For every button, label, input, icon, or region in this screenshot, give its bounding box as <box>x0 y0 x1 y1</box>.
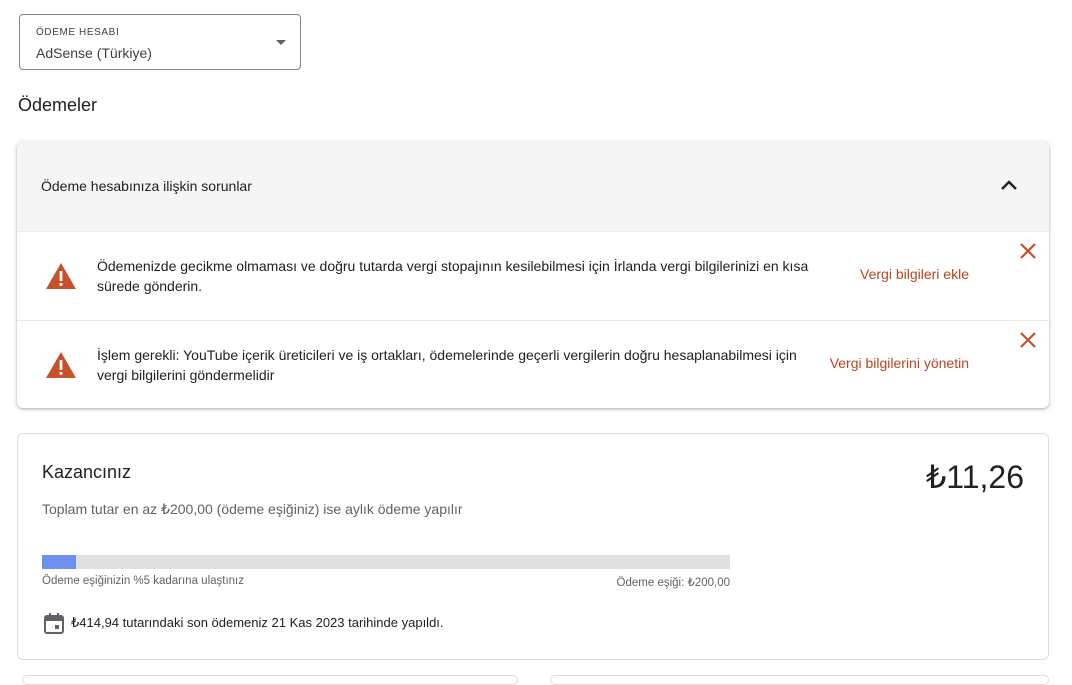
issues-card: Ödeme hesabınıza ilişkin sorunlar Ödemen… <box>17 142 1049 408</box>
payment-threshold-progress <box>42 555 730 569</box>
issues-header[interactable]: Ödeme hesabınıza ilişkin sorunlar <box>17 142 1049 231</box>
earnings-card: Kazancınız ₺11,26 Toplam tutar en az ₺20… <box>17 433 1049 660</box>
add-tax-info-link[interactable]: Vergi bilgileri ekle <box>860 266 969 282</box>
last-payment-info: ₺414,94 tutarındaki son ödemeniz 21 Kas … <box>71 615 444 630</box>
payment-account-value: AdSense (Türkiye) <box>36 45 152 61</box>
issue-text: İşlem gerekli: YouTube içerik üreticiler… <box>97 347 797 383</box>
issue-row: İşlem gerekli: YouTube içerik üreticiler… <box>17 320 1049 408</box>
payment-account-label: ÖDEME HESABI <box>36 27 120 38</box>
issues-title: Ödeme hesabınıza ilişkin sorunlar <box>41 178 252 194</box>
progress-left-label: Ödeme eşiğinizin %5 kadarına ulaştınız <box>42 575 244 587</box>
dropdown-arrow-icon <box>276 40 286 45</box>
close-icon[interactable] <box>1017 329 1039 351</box>
manage-tax-info-link[interactable]: Vergi bilgilerini yönetin <box>830 355 969 371</box>
payment-account-select[interactable]: ÖDEME HESABI AdSense (Türkiye) <box>19 14 301 70</box>
earnings-amount: ₺11,26 <box>925 459 1024 495</box>
close-icon[interactable] <box>1017 240 1039 262</box>
section-title: Ödemeler <box>18 95 98 115</box>
progress-right-label: Ödeme eşiği: ₺200,00 <box>616 577 730 589</box>
earnings-subtitle: Toplam tutar en az ₺200,00 (ödeme eşiğin… <box>42 501 463 517</box>
issue-text: Ödemenizde gecikme olmaması ve doğru tut… <box>97 258 809 294</box>
warning-icon <box>46 352 76 378</box>
chevron-up-icon[interactable] <box>999 176 1019 196</box>
calendar-icon <box>44 613 64 634</box>
warning-icon <box>46 263 76 289</box>
earnings-title: Kazancınız <box>42 462 132 482</box>
issue-row: Ödemenizde gecikme olmaması ve doğru tut… <box>17 231 1049 320</box>
progress-fill <box>42 555 77 569</box>
